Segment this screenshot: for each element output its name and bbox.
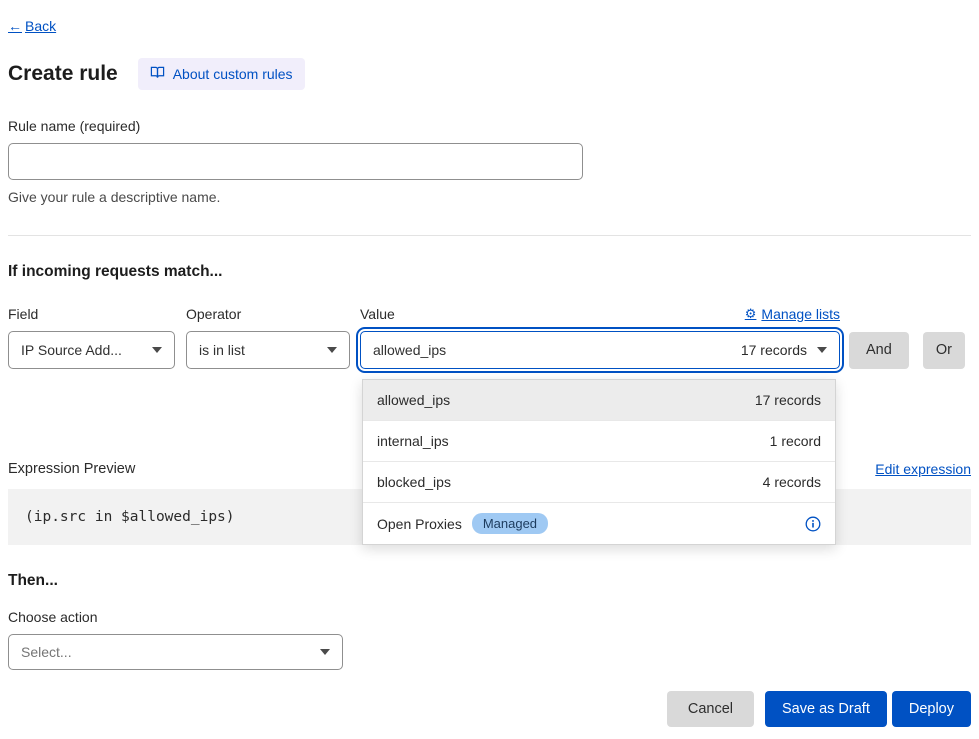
- list-option-name: allowed_ips: [377, 392, 450, 408]
- then-section-heading: Then...: [8, 572, 971, 590]
- list-option-name: Open Proxies: [377, 516, 462, 532]
- section-divider: [8, 235, 971, 236]
- match-condition-row: IP Source Add... is in list allowed_ips …: [8, 331, 971, 369]
- expression-preview-label: Expression Preview: [8, 461, 135, 477]
- list-option-open-proxies[interactable]: Open Proxies Managed: [363, 503, 835, 544]
- operator-select[interactable]: is in list: [186, 331, 350, 369]
- value-select[interactable]: allowed_ips 17 records: [360, 331, 840, 369]
- deploy-button[interactable]: Deploy: [892, 691, 971, 727]
- managed-badge: Managed: [472, 513, 548, 534]
- and-button[interactable]: And: [849, 332, 909, 369]
- info-icon[interactable]: [805, 516, 821, 532]
- page-title: Create rule: [8, 62, 118, 86]
- list-option-records: 1 record: [770, 433, 821, 449]
- list-option-name: blocked_ips: [377, 474, 451, 490]
- cancel-button[interactable]: Cancel: [667, 691, 754, 727]
- value-select-records: 17 records: [741, 342, 807, 358]
- list-option-internal-ips[interactable]: internal_ips 1 record: [363, 421, 835, 462]
- back-label: Back: [25, 18, 56, 34]
- book-icon: [150, 65, 165, 83]
- match-section-heading: If incoming requests match...: [8, 263, 971, 281]
- match-column-labels: Field Operator Value ⚙ Manage lists: [8, 306, 971, 322]
- about-custom-rules-link[interactable]: About custom rules: [138, 58, 305, 90]
- expression-code-text: (ip.src in $allowed_ips): [25, 509, 235, 525]
- footer-actions: Cancel Save as Draft Deploy: [8, 691, 971, 727]
- choose-action-label: Choose action: [8, 609, 971, 625]
- value-select-name: allowed_ips: [373, 342, 446, 358]
- operator-select-value: is in list: [199, 342, 245, 358]
- save-as-draft-button[interactable]: Save as Draft: [765, 691, 887, 727]
- action-select-placeholder: Select...: [21, 644, 72, 660]
- chevron-down-icon: [817, 347, 827, 353]
- back-arrow-icon: ←: [8, 18, 22, 34]
- operator-column-label: Operator: [186, 306, 350, 322]
- edit-expression-link[interactable]: Edit expression: [875, 461, 971, 477]
- field-select[interactable]: IP Source Add...: [8, 331, 175, 369]
- list-option-records: 17 records: [755, 392, 821, 408]
- list-dropdown-menu: allowed_ips 17 records internal_ips 1 re…: [362, 379, 836, 545]
- action-select[interactable]: Select...: [8, 634, 343, 670]
- chevron-down-icon: [320, 649, 330, 655]
- list-option-blocked-ips[interactable]: blocked_ips 4 records: [363, 462, 835, 503]
- field-select-value: IP Source Add...: [21, 342, 122, 358]
- manage-lists-link[interactable]: ⚙ Manage lists: [745, 306, 840, 322]
- field-column-label: Field: [8, 306, 175, 322]
- rule-name-input[interactable]: [8, 143, 583, 180]
- rule-name-label: Rule name (required): [8, 118, 971, 134]
- list-option-records: 4 records: [763, 474, 821, 490]
- value-column-label: Value: [360, 306, 395, 322]
- chevron-down-icon: [152, 347, 162, 353]
- about-custom-rules-label: About custom rules: [173, 66, 293, 82]
- back-link[interactable]: ← Back: [8, 18, 56, 34]
- or-button[interactable]: Or: [923, 332, 965, 369]
- rule-name-helper-text: Give your rule a descriptive name.: [8, 189, 971, 205]
- list-option-name: internal_ips: [377, 433, 449, 449]
- manage-lists-label: Manage lists: [761, 306, 840, 322]
- gear-icon: ⚙: [745, 307, 757, 322]
- create-rule-page: ← Back Create rule About custom rules Ru…: [0, 0, 979, 727]
- title-row: Create rule About custom rules: [8, 58, 971, 90]
- chevron-down-icon: [327, 347, 337, 353]
- list-option-allowed-ips[interactable]: allowed_ips 17 records: [363, 380, 835, 421]
